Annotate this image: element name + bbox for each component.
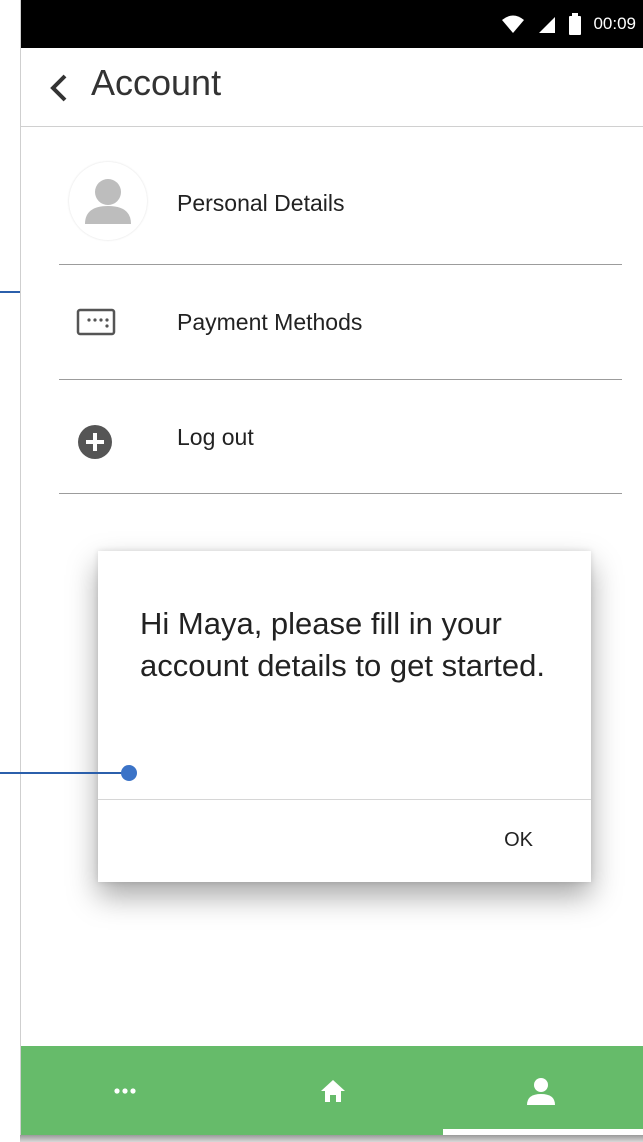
status-bar: 00:09 xyxy=(21,0,643,48)
page-title: Account xyxy=(91,62,222,103)
dialog-divider xyxy=(98,799,591,800)
plus-circle-icon xyxy=(78,425,112,459)
more-dots-icon xyxy=(114,1087,136,1094)
bottom-nav xyxy=(21,1046,643,1135)
annotation-line-2 xyxy=(0,772,130,774)
ok-button[interactable]: OK xyxy=(504,829,533,852)
welcome-dialog: Hi Maya, please fill in your account det… xyxy=(98,551,591,882)
wifi-icon xyxy=(502,15,525,33)
menu-item-label: Personal Details xyxy=(177,190,345,216)
tab-account[interactable] xyxy=(437,1046,643,1135)
menu-item-log-out[interactable]: Log out xyxy=(59,380,622,493)
divider xyxy=(59,493,622,494)
person-icon xyxy=(527,1077,555,1105)
tab-more[interactable] xyxy=(21,1046,229,1135)
menu-item-personal-details[interactable]: Personal Details xyxy=(59,126,622,265)
menu-item-label: Log out xyxy=(177,424,254,450)
tab-home[interactable] xyxy=(229,1046,437,1135)
status-time: 00:09 xyxy=(593,14,636,33)
card-icon xyxy=(76,308,116,336)
menu-item-payment-methods[interactable]: Payment Methods xyxy=(59,265,622,379)
dialog-message: Hi Maya, please fill in your account det… xyxy=(140,606,545,683)
back-chevron-icon[interactable] xyxy=(45,72,73,104)
battery-icon xyxy=(569,13,582,35)
annotation-dot-2 xyxy=(121,765,137,781)
phone-screen: 00:09 Account Personal Details Payment M… xyxy=(20,0,643,1135)
phone-bottom-edge xyxy=(20,1135,643,1142)
app-header: Account xyxy=(21,48,643,127)
home-icon xyxy=(321,1079,345,1102)
signal-icon xyxy=(539,17,556,33)
menu-item-label: Payment Methods xyxy=(177,309,363,335)
person-avatar-icon xyxy=(69,162,147,240)
